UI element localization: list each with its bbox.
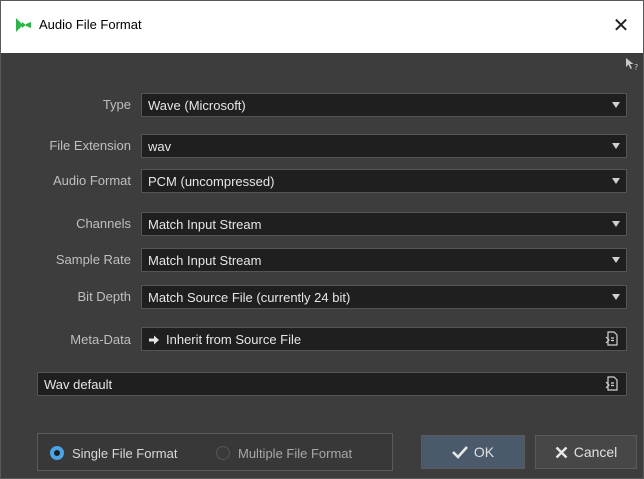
bit-depth-label: Bit Depth xyxy=(77,289,131,304)
cancel-button[interactable]: Cancel xyxy=(535,435,637,469)
chevron-down-icon xyxy=(612,257,620,263)
svg-text:?: ? xyxy=(634,63,638,71)
sample-rate-select[interactable]: Match Input Stream xyxy=(141,248,627,272)
chevron-down-icon xyxy=(612,143,620,149)
audio-format-value: PCM (uncompressed) xyxy=(148,174,275,189)
preset-field[interactable]: Wav default xyxy=(37,372,627,396)
radio-selected-icon xyxy=(50,446,64,460)
channels-label: Channels xyxy=(76,216,131,231)
close-button[interactable]: ✕ xyxy=(607,11,635,39)
context-help-icon[interactable]: ? xyxy=(625,57,639,71)
ok-button[interactable]: OK xyxy=(421,435,525,469)
multiple-file-format-radio[interactable]: Multiple File Format xyxy=(216,444,352,462)
document-menu-icon[interactable] xyxy=(605,376,619,392)
single-file-format-radio[interactable]: Single File Format xyxy=(50,444,177,462)
chevron-down-icon xyxy=(612,178,620,184)
type-value: Wave (Microsoft) xyxy=(148,98,246,113)
ok-label: OK xyxy=(473,444,495,460)
app-logo-icon xyxy=(16,18,31,32)
bit-depth-value: Match Source File (currently 24 bit) xyxy=(148,290,351,305)
file-extension-value: wav xyxy=(148,139,172,154)
radio-unselected-icon xyxy=(216,446,230,460)
cancel-label: Cancel xyxy=(573,444,618,460)
audio-format-label: Audio Format xyxy=(52,173,131,188)
bit-depth-select[interactable]: Match Source File (currently 24 bit) xyxy=(141,285,627,309)
document-menu-icon[interactable] xyxy=(605,331,619,347)
checkmark-icon xyxy=(451,446,468,459)
file-extension-select[interactable]: wav xyxy=(141,134,627,158)
sample-rate-value: Match Input Stream xyxy=(148,253,262,268)
audio-format-select[interactable]: PCM (uncompressed) xyxy=(141,169,627,193)
file-extension-label: File Extension xyxy=(49,138,131,153)
audio-file-format-dialog: Audio File Format ✕ ? Type Wave (Microso… xyxy=(0,0,644,479)
meta-data-value: Inherit from Source File xyxy=(166,332,302,347)
type-select[interactable]: Wave (Microsoft) xyxy=(141,93,627,117)
chevron-down-icon xyxy=(612,294,620,300)
channels-select[interactable]: Match Input Stream xyxy=(141,212,627,236)
meta-data-field[interactable]: Inherit from Source File xyxy=(141,327,627,351)
file-format-mode-group: Single File Format Multiple File Format xyxy=(37,433,393,471)
single-file-format-label: Single File Format xyxy=(72,445,178,461)
channels-value: Match Input Stream xyxy=(148,217,262,232)
arrow-right-icon xyxy=(149,335,159,345)
chevron-down-icon xyxy=(612,102,620,108)
chevron-down-icon xyxy=(612,221,620,227)
multiple-file-format-label: Multiple File Format xyxy=(238,445,353,461)
title-bar: Audio File Format ✕ xyxy=(1,1,643,53)
meta-data-label: Meta-Data xyxy=(70,332,131,347)
meta-data-value-wrap: Inherit from Source File xyxy=(148,332,301,347)
window-title: Audio File Format xyxy=(39,17,142,32)
sample-rate-label: Sample Rate xyxy=(55,252,131,267)
cross-icon xyxy=(555,446,568,458)
type-label: Type xyxy=(102,97,131,112)
preset-value: Wav default xyxy=(44,377,113,392)
